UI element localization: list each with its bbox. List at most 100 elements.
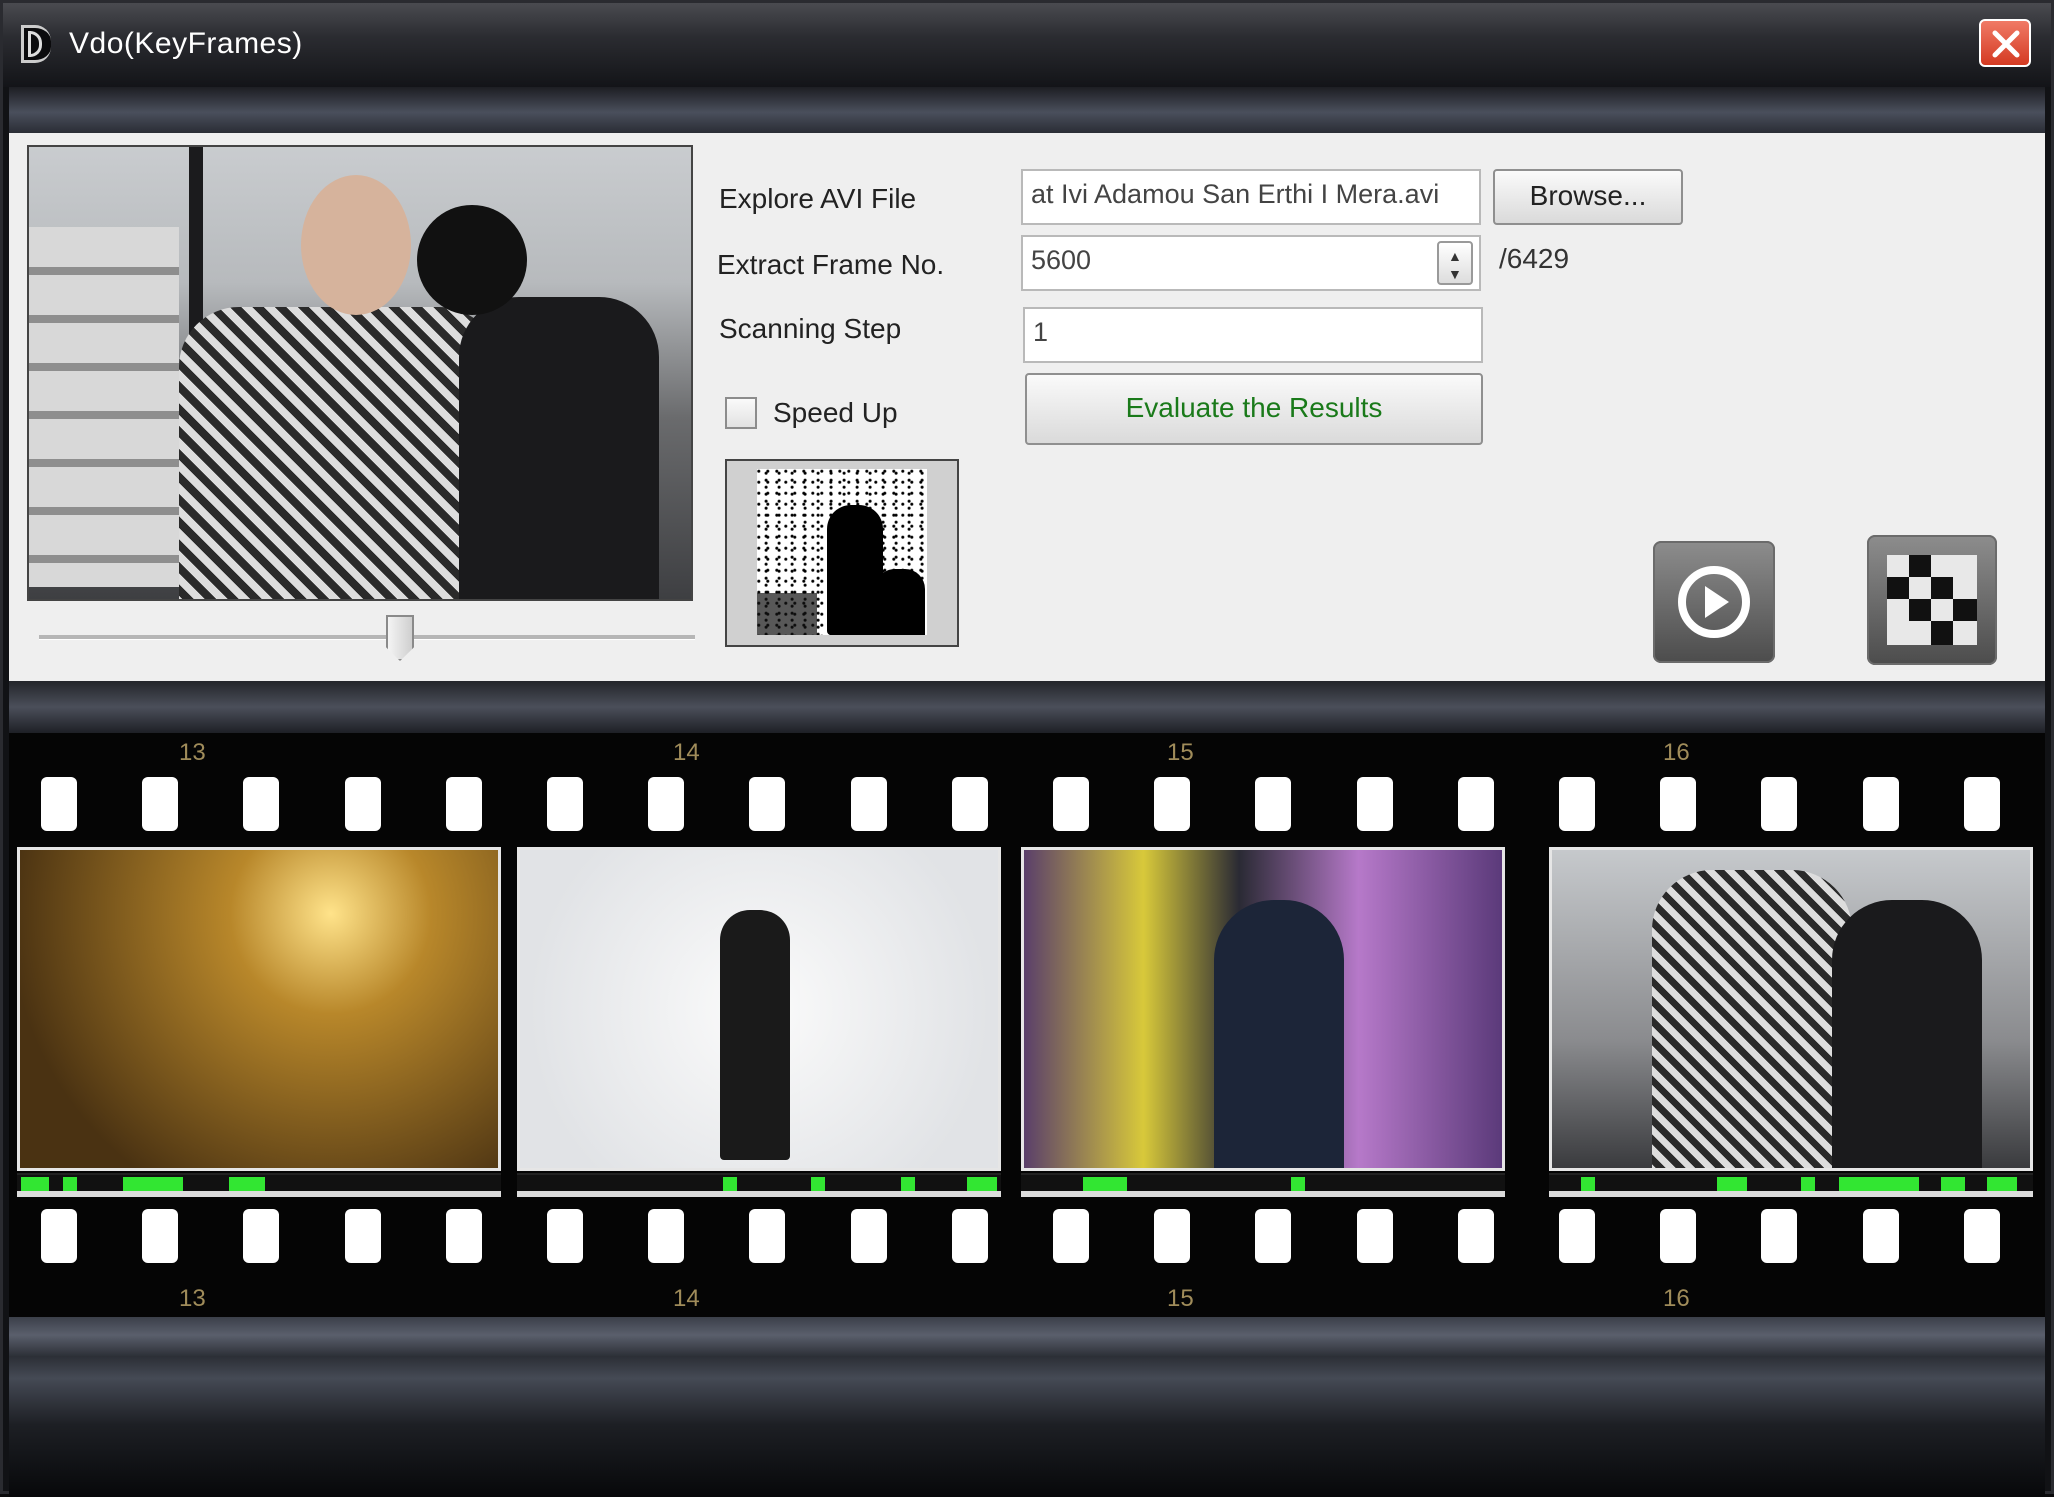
preview-woman-head xyxy=(417,205,527,315)
frame-number-bottom: 13 xyxy=(179,1285,206,1312)
total-frames-label: /6429 xyxy=(1499,243,1570,274)
sprocket-hole xyxy=(547,777,583,831)
keyframe-thumbnail[interactable] xyxy=(517,847,1001,1171)
sprocket-hole xyxy=(41,1209,77,1263)
frame-number-top: 14 xyxy=(673,739,700,766)
sprocket-hole xyxy=(1559,1209,1595,1263)
sprocket-hole xyxy=(446,1209,482,1263)
play-button[interactable] xyxy=(1653,541,1775,663)
frame-baseline xyxy=(517,1191,1001,1197)
frame-number-top: 16 xyxy=(1663,739,1690,766)
frame-baseline xyxy=(1021,1191,1505,1197)
sprocket-hole xyxy=(1357,1209,1393,1263)
sprocket-hole xyxy=(1255,1209,1291,1263)
browse-button[interactable]: Browse... xyxy=(1493,169,1683,225)
sprocket-hole xyxy=(851,777,887,831)
app-logo-icon xyxy=(21,25,51,63)
close-button[interactable] xyxy=(1979,19,2031,67)
sprocket-hole xyxy=(41,777,77,831)
sprocket-hole xyxy=(648,1209,684,1263)
control-panel: Explore AVI File at Ivi Adamou San Erthi… xyxy=(9,133,2045,681)
checkerboard-icon xyxy=(1887,555,1977,645)
title-bar: Vdo(KeyFrames) xyxy=(3,3,2051,87)
man-figure xyxy=(1214,900,1344,1168)
film-strip: 13 14 15 16 13 14 15 16 xyxy=(9,733,2045,1317)
motion-mask-preview xyxy=(725,459,959,647)
frame-slider-thumb[interactable] xyxy=(386,615,414,661)
frame-number-bottom: 14 xyxy=(673,1285,700,1312)
sprocket-hole xyxy=(952,777,988,831)
frame-number-bottom: 15 xyxy=(1167,1285,1194,1312)
sprocket-hole xyxy=(345,1209,381,1263)
mask-figure-2 xyxy=(875,569,925,635)
sprocket-hole xyxy=(1458,1209,1494,1263)
frame-slider-track[interactable] xyxy=(39,635,695,640)
header-band xyxy=(9,87,2045,133)
frame-baseline xyxy=(17,1191,501,1197)
sprocket-hole xyxy=(851,1209,887,1263)
keyframe-thumbnail[interactable] xyxy=(1549,847,2033,1171)
sprocket-hole xyxy=(142,777,178,831)
sprocket-hole xyxy=(1863,1209,1899,1263)
scanning-step-label: Scanning Step xyxy=(719,313,902,344)
sprocket-hole xyxy=(345,777,381,831)
mask-image xyxy=(757,469,927,635)
sprocket-hole xyxy=(1255,777,1291,831)
keyframe-thumbnail[interactable] xyxy=(17,847,501,1171)
keyframe-thumbnail[interactable] xyxy=(1021,847,1505,1171)
activity-bar xyxy=(517,1173,1001,1193)
sprocket-hole xyxy=(1660,777,1696,831)
spinner-down-icon[interactable]: ▼ xyxy=(1448,267,1462,281)
footer-band xyxy=(9,1317,2045,1497)
close-icon xyxy=(1992,30,2020,58)
video-preview xyxy=(27,145,693,601)
sprocket-hole xyxy=(1660,1209,1696,1263)
sprocket-hole xyxy=(1964,1209,2000,1263)
activity-bar xyxy=(1549,1173,2033,1193)
preview-man-body xyxy=(179,307,499,599)
sprocket-hole xyxy=(1154,777,1190,831)
sprocket-hole xyxy=(1458,777,1494,831)
window-title: Vdo(KeyFrames) xyxy=(69,27,303,60)
activity-bar xyxy=(1021,1173,1505,1193)
evaluate-results-button[interactable]: Evaluate the Results xyxy=(1025,373,1483,445)
sprocket-hole xyxy=(1357,777,1393,831)
sprocket-hole xyxy=(1964,777,2000,831)
explore-avi-label: Explore AVI File xyxy=(719,183,917,214)
keyframes-grid-button[interactable] xyxy=(1867,535,1997,665)
sprocket-hole xyxy=(1053,777,1089,831)
sprocket-hole xyxy=(1053,1209,1089,1263)
sprocket-hole xyxy=(749,777,785,831)
sprocket-hole xyxy=(446,777,482,831)
sprocket-hole xyxy=(1559,777,1595,831)
woman-figure xyxy=(1832,900,1982,1168)
frame-baseline xyxy=(1549,1191,2033,1197)
strip-header-band xyxy=(9,681,2045,733)
mask-noise xyxy=(757,593,817,635)
app-window: Vdo(KeyFrames) Explore AVI File at Ivi A… xyxy=(0,0,2054,1497)
scanning-step-input[interactable]: 1 xyxy=(1023,307,1483,363)
sprocket-hole xyxy=(1761,777,1797,831)
preview-woman-body xyxy=(459,297,659,599)
sprocket-hole xyxy=(243,777,279,831)
sprocket-hole xyxy=(749,1209,785,1263)
activity-bar xyxy=(17,1173,501,1193)
sprocket-hole xyxy=(142,1209,178,1263)
man-figure xyxy=(1652,870,1852,1168)
sprocket-hole xyxy=(648,777,684,831)
frame-spinner[interactable]: ▲ ▼ xyxy=(1437,241,1473,285)
frame-number-top: 15 xyxy=(1167,739,1194,766)
extract-frame-label: Extract Frame No. xyxy=(717,249,945,280)
play-icon xyxy=(1678,566,1750,638)
sprocket-hole xyxy=(1761,1209,1797,1263)
sprocket-hole xyxy=(243,1209,279,1263)
singer-figure xyxy=(720,910,790,1160)
frame-number-top: 13 xyxy=(179,739,206,766)
preview-man-head xyxy=(301,175,411,315)
frame-number-input[interactable]: 5600 xyxy=(1021,235,1481,291)
file-path-input[interactable]: at Ivi Adamou San Erthi I Mera.avi xyxy=(1021,169,1481,225)
speed-up-checkbox[interactable] xyxy=(725,397,757,429)
frame-number-bottom: 16 xyxy=(1663,1285,1690,1312)
spinner-up-icon[interactable]: ▲ xyxy=(1448,249,1462,263)
sprocket-hole xyxy=(1863,777,1899,831)
